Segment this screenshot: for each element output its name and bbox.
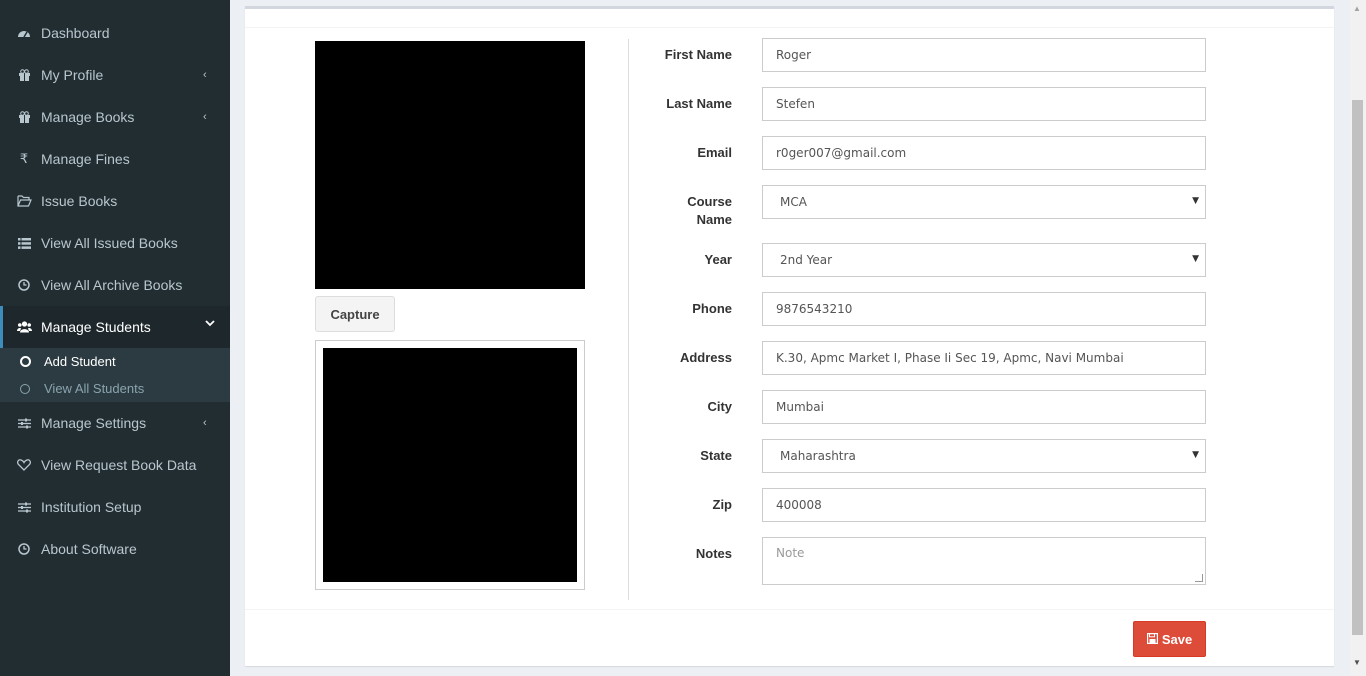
heart-icon — [15, 457, 33, 473]
save-button-label: Save — [1161, 631, 1193, 647]
chevron-left-icon: ‹ — [203, 69, 207, 81]
sidebar-item-dashboard[interactable]: Dashboard — [0, 12, 230, 54]
course-name-select[interactable]: MCA ▼ — [762, 185, 1206, 219]
chevron-left-icon: ‹ — [203, 417, 207, 429]
clock-icon — [15, 277, 33, 293]
scrollbar-thumb[interactable] — [1352, 100, 1363, 635]
users-icon — [15, 319, 33, 335]
city-input[interactable]: Mumbai — [762, 390, 1206, 424]
sidebar-item-label: Manage Students — [41, 319, 151, 335]
add-student-box: Capture First Name Roger Last Name Stefe… — [245, 6, 1334, 666]
sidebar-item-manage-students[interactable]: Manage Students — [0, 306, 230, 348]
sidebar-item-label: Manage Settings — [41, 415, 147, 431]
sidebar-item-label: About Software — [41, 541, 137, 557]
state-label: State — [700, 448, 732, 463]
last-name-label: Last Name — [666, 96, 732, 111]
page-scrollbar[interactable]: ▲ ▼ — [1350, 0, 1366, 676]
dashboard-icon — [15, 25, 33, 41]
address-input[interactable]: K.30, Apmc Market I, Phase Ii Sec 19, Ap… — [762, 341, 1206, 375]
sidebar-item-manage-settings[interactable]: Manage Settings ‹ — [0, 402, 230, 444]
zip-input[interactable]: 400008 — [762, 488, 1206, 522]
save-button[interactable]: Save — [1133, 621, 1206, 657]
first-name-input[interactable]: Roger — [762, 38, 1206, 72]
gift-icon — [15, 109, 33, 125]
chevron-down-icon — [205, 318, 215, 330]
list-icon — [15, 235, 33, 251]
city-label: City — [707, 399, 732, 414]
email-input[interactable]: r0ger007@gmail.com — [762, 136, 1206, 170]
course-name-selected-value: MCA — [780, 195, 807, 209]
sidebar-item-label: Institution Setup — [41, 499, 142, 515]
sliders-icon — [15, 415, 33, 431]
main-content: Capture First Name Roger Last Name Stefe… — [230, 0, 1350, 676]
sidebar-item-institution-setup[interactable]: Institution Setup — [0, 486, 230, 528]
sidebar-item-label: My Profile — [41, 67, 104, 83]
sidebar-item-manage-books[interactable]: Manage Books ‹ — [0, 96, 230, 138]
gift-icon — [15, 67, 33, 83]
caret-down-icon: ▼ — [1192, 254, 1199, 264]
clock-icon — [15, 541, 33, 557]
captured-photo — [323, 348, 577, 582]
notes-textarea[interactable]: Note — [762, 537, 1206, 585]
rupee-icon: ₹ — [19, 151, 29, 166]
zip-label: Zip — [712, 497, 733, 512]
scroll-up-icon[interactable]: ▲ — [1353, 4, 1361, 13]
last-name-input[interactable]: Stefen — [762, 87, 1206, 121]
email-label: Email — [697, 145, 732, 160]
captured-photo-frame — [315, 340, 585, 590]
sidebar-item-label: Manage Fines — [41, 151, 130, 167]
notes-label: Notes — [695, 546, 732, 561]
phone-input[interactable]: 9876543210 — [762, 292, 1206, 326]
sidebar-item-label: Dashboard — [41, 25, 110, 41]
course-name-label-line: Course — [687, 194, 732, 209]
folder-open-icon — [15, 193, 33, 209]
box-header-divider — [245, 27, 1334, 28]
sliders-icon — [15, 499, 33, 515]
scroll-down-icon[interactable]: ▼ — [1353, 658, 1361, 667]
address-label: Address — [679, 350, 732, 365]
sidebar-submenu-manage-students: Add Student View All Students — [0, 348, 230, 402]
course-name-label-line: Name — [696, 212, 732, 227]
sidebar-subitem-label: Add Student — [44, 354, 116, 369]
sidebar: Dashboard My Profile ‹ Manage Books ‹ ₹ … — [0, 0, 230, 676]
resize-grip-icon[interactable] — [1195, 574, 1203, 582]
circle-icon — [20, 383, 30, 394]
sidebar-item-label: View All Archive Books — [41, 277, 183, 293]
caret-down-icon: ▼ — [1192, 196, 1199, 206]
course-name-label: Course Name — [612, 193, 732, 229]
first-name-label: First Name — [664, 47, 732, 62]
sidebar-item-issue-books[interactable]: Issue Books — [0, 180, 230, 222]
state-selected-value: Maharashtra — [780, 449, 856, 463]
year-selected-value: 2nd Year — [780, 253, 833, 267]
sidebar-item-view-request-book-data[interactable]: View Request Book Data — [0, 444, 230, 486]
webcam-preview — [315, 41, 585, 289]
year-select[interactable]: 2nd Year ▼ — [762, 243, 1206, 277]
sidebar-subitem-label: View All Students — [44, 381, 145, 396]
chevron-left-icon: ‹ — [203, 111, 207, 123]
caret-down-icon: ▼ — [1192, 450, 1199, 460]
sidebar-item-view-all-archive-books[interactable]: View All Archive Books — [0, 264, 230, 306]
sidebar-item-my-profile[interactable]: My Profile ‹ — [0, 54, 230, 96]
sidebar-item-label: View All Issued Books — [41, 235, 178, 251]
vertical-divider — [628, 39, 629, 600]
year-label: Year — [704, 252, 732, 267]
notes-placeholder: Note — [776, 546, 805, 560]
phone-label: Phone — [692, 301, 732, 316]
state-select[interactable]: Maharashtra ▼ — [762, 439, 1206, 473]
sidebar-item-manage-fines[interactable]: ₹ Manage Fines — [0, 138, 230, 180]
sidebar-item-label: Manage Books — [41, 109, 135, 125]
sidebar-item-label: Issue Books — [41, 193, 118, 209]
sidebar-subitem-view-all-students[interactable]: View All Students — [0, 375, 230, 402]
sidebar-item-about-software[interactable]: About Software — [0, 528, 230, 570]
sidebar-item-label: View Request Book Data — [41, 457, 197, 473]
circle-icon — [20, 356, 31, 367]
box-footer-divider — [245, 609, 1334, 610]
sidebar-subitem-add-student[interactable]: Add Student — [0, 348, 230, 375]
capture-button[interactable]: Capture — [315, 296, 395, 332]
floppy-disk-icon — [1146, 632, 1158, 647]
sidebar-item-view-all-issued-books[interactable]: View All Issued Books — [0, 222, 230, 264]
